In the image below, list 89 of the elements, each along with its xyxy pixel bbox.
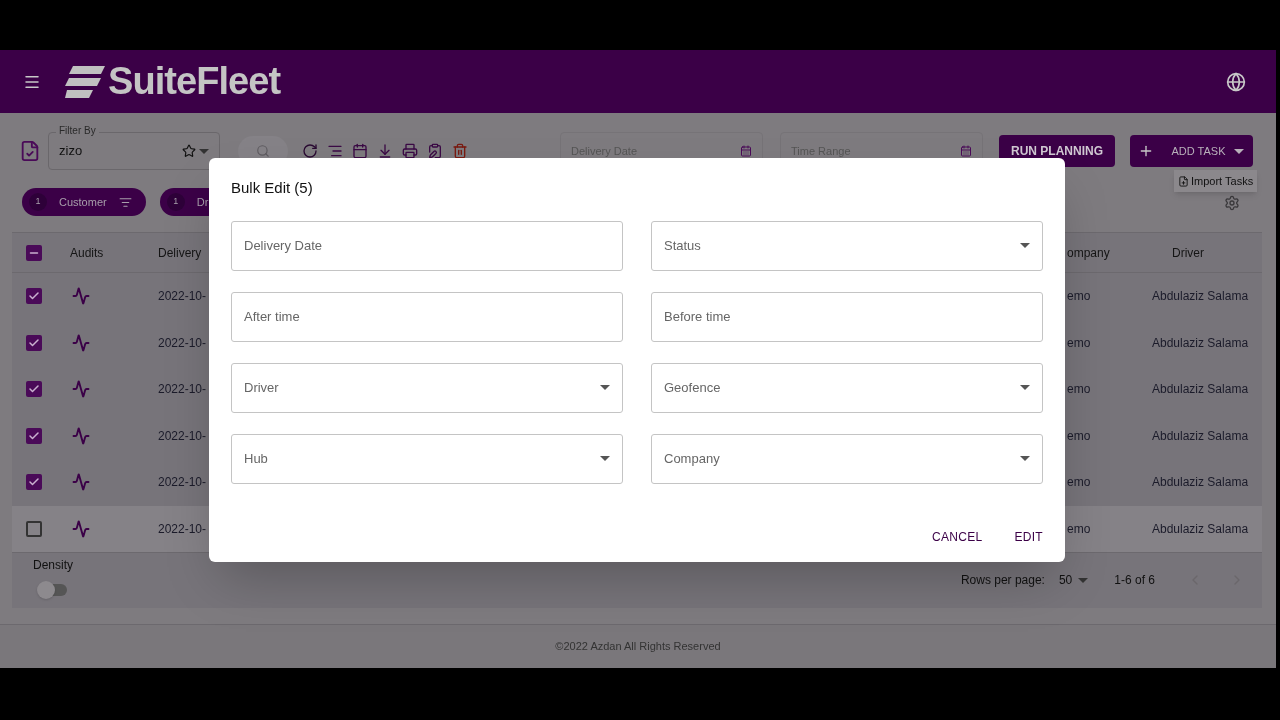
row-checkbox[interactable]: [26, 288, 42, 305]
plus-icon: [1138, 143, 1154, 159]
audit-icon[interactable]: [72, 426, 90, 445]
row-checkbox[interactable]: [26, 427, 42, 444]
search-icon: [256, 144, 270, 158]
print-icon[interactable]: [402, 143, 418, 159]
caret-icon: [1020, 243, 1030, 248]
company-cell-text: emo: [1066, 288, 1092, 306]
driver-cell-text: Abdulaziz Salama: [1152, 520, 1250, 538]
company-cell-text: emo: [1066, 334, 1092, 352]
row-checkbox[interactable]: [26, 474, 42, 491]
audit-icon[interactable]: [72, 333, 90, 352]
rows-per-page-label: Rows per page:: [960, 572, 1045, 589]
star-icon[interactable]: [182, 144, 196, 158]
filter-label: Filter By: [56, 123, 99, 138]
select-field[interactable]: Geofence: [651, 362, 1043, 413]
date-cell-text: 2022-10-: [157, 474, 208, 492]
settings-icon[interactable]: [1224, 195, 1240, 211]
density-toggle[interactable]: [37, 581, 69, 599]
driver-cell-text: Abdulaziz Salama: [1152, 474, 1250, 492]
cancel-button[interactable]: CANCEL: [921, 524, 993, 550]
density-label: Density: [33, 557, 73, 574]
company-cell-text: emo: [1066, 474, 1092, 492]
caret-icon: [199, 148, 209, 154]
input-field[interactable]: Delivery Date: [231, 220, 623, 271]
driver-cell-text: Abdulaziz Salama: [1152, 427, 1250, 445]
company-cell-text: emo: [1066, 381, 1092, 399]
column-header[interactable]: Audits: [56, 243, 149, 262]
audit-icon[interactable]: [72, 519, 90, 538]
language-icon[interactable]: [1226, 71, 1246, 92]
date-cell-text: 2022-10-: [157, 520, 208, 538]
select-all-checkbox[interactable]: [26, 244, 42, 261]
refresh-icon[interactable]: [302, 143, 318, 159]
add-button[interactable]: [1130, 135, 1162, 167]
rows-per-page-select[interactable]: 50: [1058, 571, 1089, 589]
driver-cell-text: Abdulaziz Salama: [1152, 288, 1250, 306]
date-cell-text: 2022-10-: [157, 334, 208, 352]
edit-button[interactable]: EDIT: [1004, 524, 1053, 550]
driver-cell-text: Abdulaziz Salama: [1152, 381, 1250, 399]
calendar-icon: [740, 145, 752, 157]
lines-icon[interactable]: [327, 143, 343, 159]
caret-icon: [1233, 148, 1244, 154]
company-cell-text: emo: [1066, 427, 1092, 445]
caret-icon: [600, 456, 610, 461]
audit-icon[interactable]: [72, 473, 90, 492]
column-header[interactable]: Delivery: [149, 243, 211, 262]
add-task-button[interactable]: ADD TASK: [1162, 135, 1253, 167]
input-field[interactable]: After time: [231, 291, 623, 342]
audit-icon[interactable]: [72, 287, 90, 306]
check-icon: [28, 429, 40, 442]
caret-icon: [1078, 577, 1089, 583]
row-checkbox[interactable]: [26, 381, 42, 398]
select-field[interactable]: Driver: [231, 362, 623, 413]
filter-value: zizo: [59, 142, 84, 161]
download-icon[interactable]: [377, 143, 393, 159]
chip-count: 1: [166, 193, 185, 211]
column-header[interactable]: Driver: [1152, 243, 1262, 262]
date-cell-text: 2022-10-: [157, 427, 208, 445]
brand-name: SuiteFleet: [108, 59, 281, 104]
date-cell-text: 2022-10-: [157, 288, 208, 306]
caret-icon: [600, 385, 610, 390]
filter-icon: [118, 195, 132, 209]
logo-icon: [65, 65, 105, 98]
document-check-icon: [19, 140, 41, 162]
calendar-icon[interactable]: [352, 143, 368, 159]
chip-label: Dr: [196, 194, 209, 210]
select-field[interactable]: Company: [651, 433, 1043, 484]
import-tasks-menu-item[interactable]: Import Tasks: [1174, 170, 1258, 192]
audit-icon[interactable]: [72, 380, 90, 399]
caret-icon: [1020, 456, 1030, 461]
page-range: 1-6 of 6: [1114, 572, 1155, 589]
copyright-text: ©2022 Azdan All Rights Reserved: [555, 639, 721, 655]
file-plus-icon: [1178, 175, 1189, 187]
delete-icon[interactable]: [452, 143, 468, 159]
calendar-icon: [960, 145, 972, 157]
row-checkbox[interactable]: [26, 334, 42, 351]
date-cell-text: 2022-10-: [157, 381, 208, 399]
filter-chip[interactable]: 1 Customer: [22, 188, 146, 216]
check-icon: [28, 336, 40, 349]
chip-label: Customer: [59, 194, 107, 210]
clipboard-icon[interactable]: [427, 143, 443, 159]
driver-cell-text: Abdulaziz Salama: [1152, 334, 1250, 352]
caret-icon: [1020, 385, 1030, 390]
row-checkbox[interactable]: [26, 520, 42, 537]
input-field[interactable]: Before time: [651, 291, 1043, 342]
chip-count: 1: [29, 193, 47, 211]
select-field[interactable]: Status: [651, 220, 1043, 271]
select-field[interactable]: Hub: [231, 433, 623, 484]
company-cell-text: emo: [1066, 520, 1092, 538]
